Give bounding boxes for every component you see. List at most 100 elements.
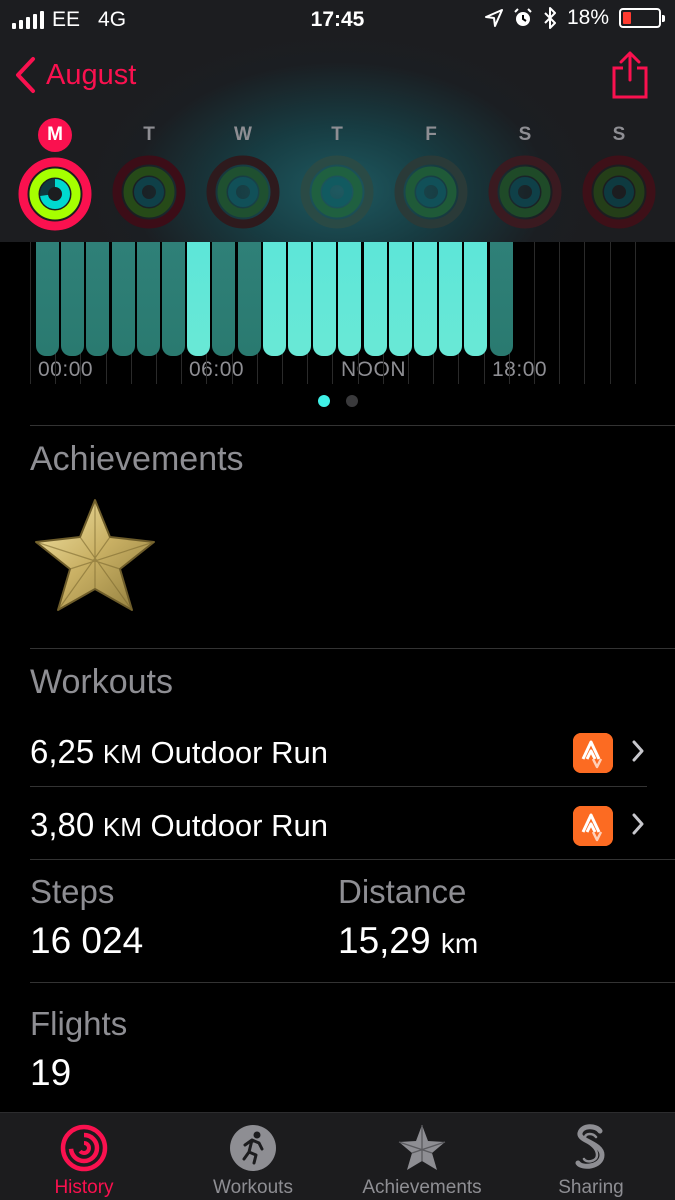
chart-hour-bar: [489, 242, 513, 356]
week-strip: M T W T F S S: [0, 118, 675, 235]
divider: [30, 648, 675, 649]
workout-unit: KM: [102, 739, 142, 769]
hourly-activity-chart: 00:00 06:00 NOON 18:00: [30, 242, 640, 384]
history-rings-icon: [60, 1124, 108, 1172]
day-friday[interactable]: F: [386, 120, 476, 230]
day-letter: T: [143, 124, 155, 145]
back-label: August: [46, 58, 137, 91]
workouts-title: Workouts: [30, 663, 173, 701]
chart-hour-bar: [262, 242, 286, 356]
chart-hour-bar: [61, 242, 85, 356]
chart-hour-bar: [212, 242, 236, 356]
chevron-right-icon: [632, 740, 644, 762]
flights-value: 19: [30, 1052, 72, 1093]
workout-row[interactable]: 6,25 KM Outdoor Run: [0, 717, 675, 789]
chevron-right-icon: [632, 813, 644, 835]
alarm-icon: [514, 8, 532, 26]
chart-hour-bar: [414, 242, 437, 356]
status-bar: EE 4G 17:45 18%: [0, 0, 675, 40]
day-letter: F: [425, 124, 437, 145]
achievements-title: Achievements: [30, 440, 244, 478]
tab-history[interactable]: History: [0, 1113, 168, 1200]
chart-hour-bar: [111, 242, 135, 356]
workout-distance: 6,25: [30, 733, 95, 770]
chart-hour-bar: [237, 242, 261, 356]
chart-hour-bar: [162, 242, 185, 356]
day-wednesday[interactable]: W: [198, 120, 288, 230]
share-icon[interactable]: [611, 50, 649, 100]
chart-hour-bar: [464, 242, 488, 356]
day-thursday[interactable]: T: [292, 120, 382, 230]
axis-label: 18:00: [492, 358, 548, 381]
divider: [30, 786, 647, 787]
workout-distance: 3,80: [30, 806, 95, 843]
activity-rings-icon: [206, 155, 280, 229]
workout-type: Outdoor Run: [150, 735, 328, 770]
distance-unit: km: [440, 928, 479, 959]
chart-hour-bar: [187, 242, 211, 356]
activity-rings-icon: [300, 155, 374, 229]
axis-label: 06:00: [189, 358, 245, 381]
day-letter: T: [331, 124, 343, 145]
activity-rings-icon: [582, 155, 656, 229]
day-letter: W: [234, 124, 252, 145]
chart-hour-gridline: [584, 242, 586, 384]
activity-rings-icon: [394, 155, 468, 229]
activity-rings-icon: [18, 157, 92, 231]
workout-summary: 6,25 KM Outdoor Run: [30, 733, 328, 771]
workout-unit: KM: [102, 812, 142, 842]
running-figure-icon: [230, 1125, 276, 1171]
chart-hour-bar: [36, 242, 59, 356]
steps-value: 16 024: [30, 920, 144, 961]
activity-rings-icon: [488, 155, 562, 229]
chart-hour-bar: [363, 242, 387, 356]
chart-hour-bar: [338, 242, 362, 356]
page-dot: [345, 395, 358, 407]
back-button[interactable]: August: [14, 56, 136, 94]
divider: [30, 859, 675, 860]
bluetooth-icon: [544, 7, 556, 29]
sharing-icon: [575, 1124, 605, 1169]
day-monday[interactable]: M: [10, 118, 100, 232]
axis-label: NOON: [341, 358, 406, 381]
activity-rings-icon: [112, 155, 186, 229]
chart-hour-gridline: [534, 242, 535, 384]
tab-achievements[interactable]: Achievements: [338, 1113, 506, 1200]
tab-label: Sharing: [558, 1177, 624, 1198]
chart-hour-bar: [439, 242, 463, 356]
chart-hour-bar: [86, 242, 110, 356]
workout-row[interactable]: 3,80 KM Outdoor Run: [0, 790, 675, 862]
page-indicator[interactable]: [0, 395, 675, 407]
location-arrow-icon: [484, 9, 503, 27]
tab-bar: History Workouts Achievements Sharing: [0, 1112, 675, 1200]
chart-hour-bar: [136, 242, 160, 356]
strava-icon: [573, 806, 613, 846]
tab-label: Workouts: [213, 1177, 293, 1198]
day-saturday[interactable]: S: [480, 120, 570, 230]
day-sunday[interactable]: S: [574, 120, 664, 230]
day-tuesday[interactable]: T: [104, 120, 194, 230]
steps-label: Steps: [30, 873, 115, 910]
flights-label: Flights: [30, 1005, 128, 1042]
divider: [30, 425, 675, 426]
chevron-left-icon: [16, 57, 35, 93]
chart-hour-bar: [288, 242, 311, 356]
strava-icon: [573, 733, 613, 773]
day-letter: S: [612, 124, 626, 145]
tab-workouts[interactable]: Workouts: [169, 1113, 337, 1200]
chart-hour-gridline: [559, 242, 561, 384]
battery-percent: 18%: [566, 6, 609, 29]
distance-value: 15,29 km: [338, 920, 478, 962]
chart-hour-gridline: [634, 242, 636, 384]
day-letter: S: [518, 124, 532, 145]
tab-sharing[interactable]: Sharing: [507, 1113, 675, 1200]
tab-label: Achievements: [362, 1177, 482, 1198]
distance-number: 15,29: [338, 920, 431, 961]
chart-hour-gridline: [30, 242, 31, 384]
axis-label: 00:00: [38, 358, 94, 381]
page-dot-active: [317, 395, 330, 407]
battery-icon: [619, 8, 665, 28]
tab-label: History: [54, 1177, 114, 1198]
gold-star-badge-icon[interactable]: [34, 497, 156, 613]
chart-hour-bar: [313, 242, 337, 356]
